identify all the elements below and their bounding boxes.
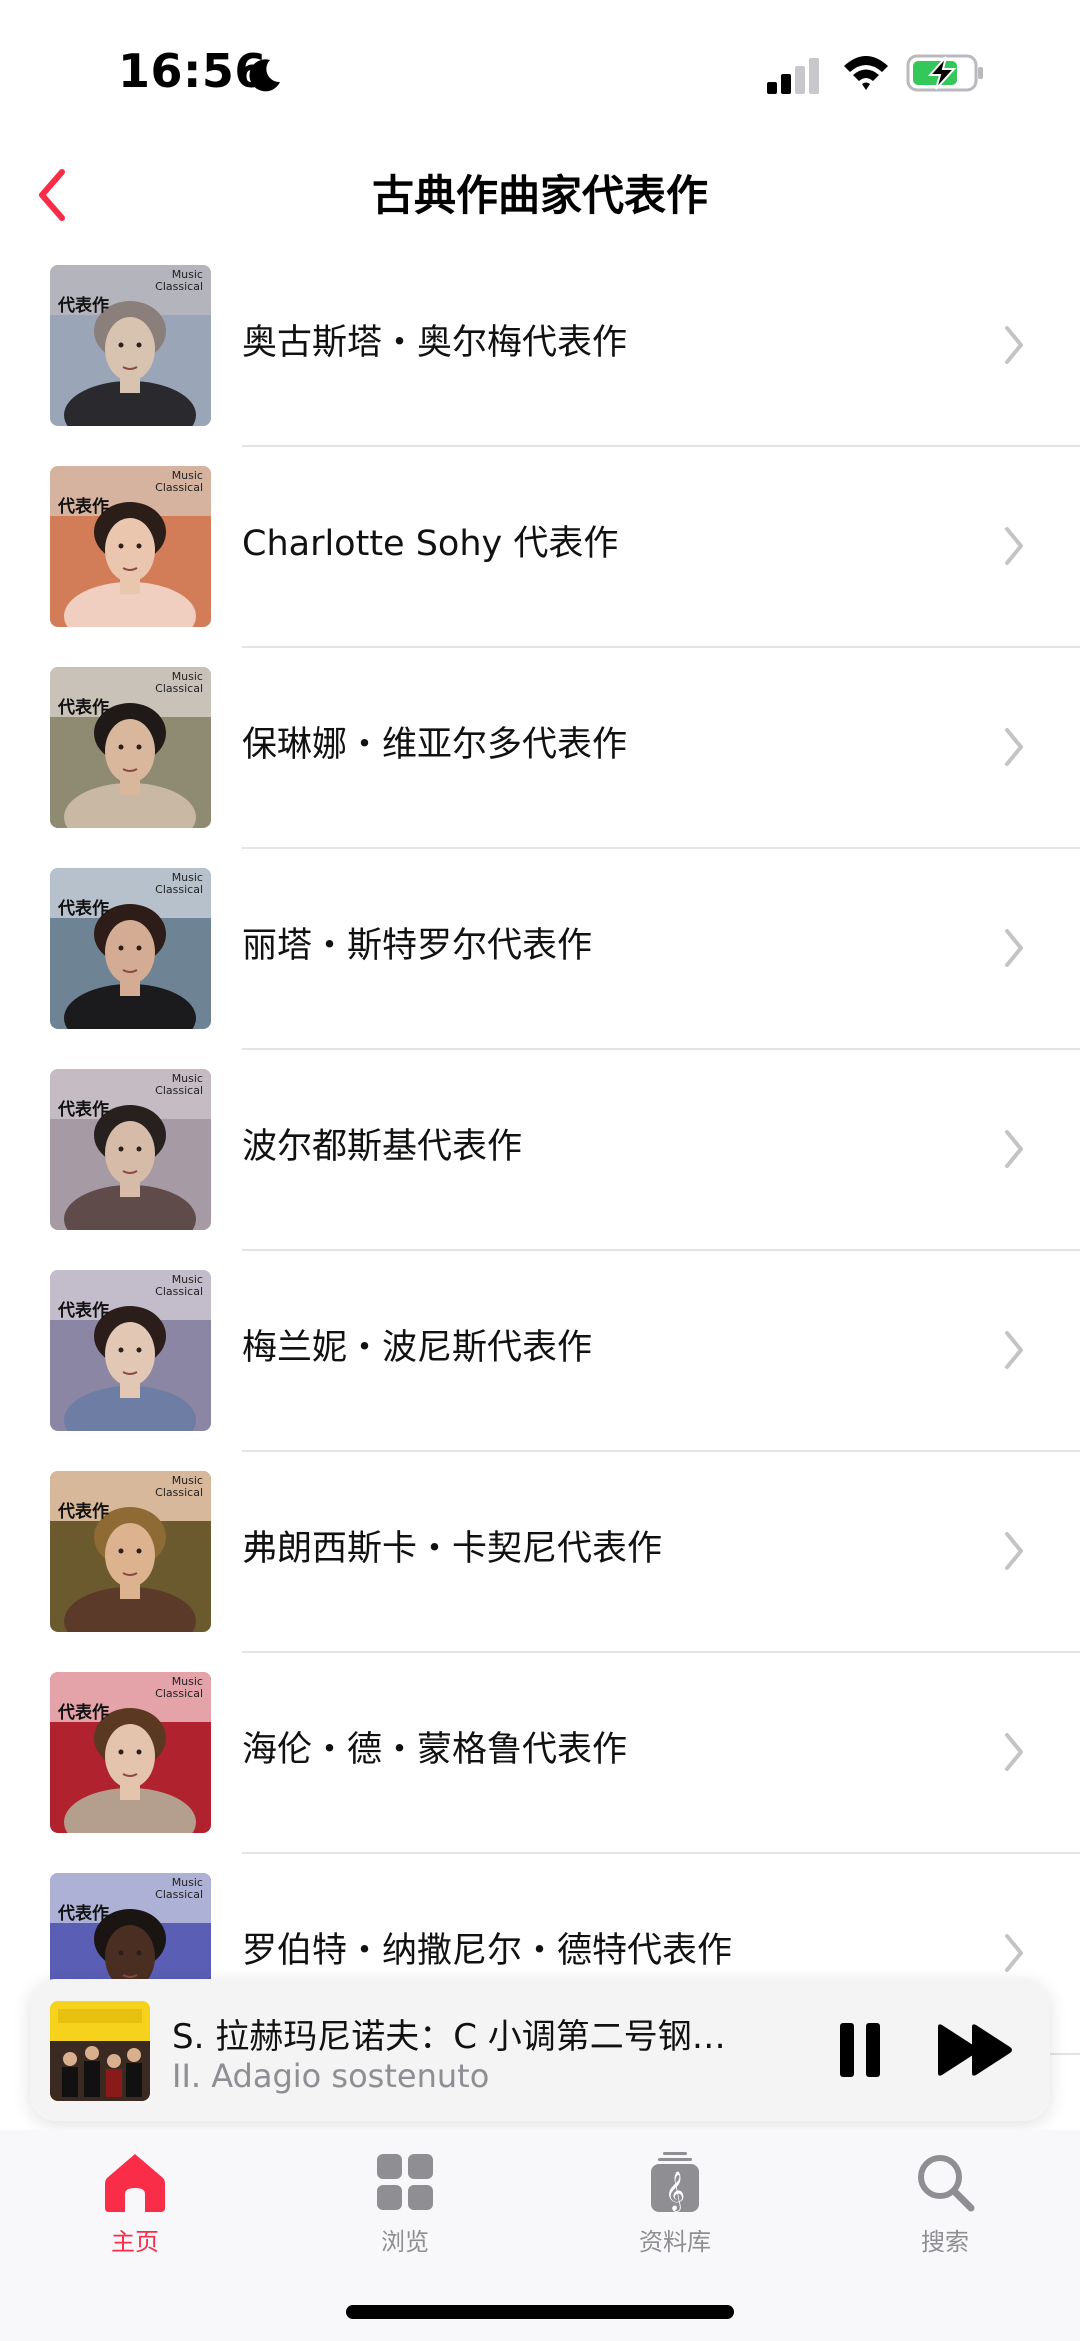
tab-search[interactable]: 搜索 [855, 2150, 1035, 2270]
artwork-caption: 代表作 [58, 899, 109, 919]
apple-music-classical-logo: Music Classical [155, 872, 203, 896]
playlist-artwork: 代表作 Music Classical [50, 1471, 211, 1632]
moon-icon [249, 59, 280, 92]
row-separator [242, 1651, 1080, 1653]
composer-list-item[interactable]: 代表作 Music Classical 梅兰妮・波尼斯代表作 [0, 1267, 1080, 1468]
page-title: 古典作曲家代表作 [371, 171, 708, 220]
playlist-artwork: 代表作 Music Classical [50, 1270, 211, 1431]
composer-list-item-label: Charlotte Sohy 代表作 [242, 524, 619, 564]
tab-search-label: 搜索 [921, 2228, 969, 2256]
composer-list: 代表作 Music Classical 奥古斯塔・奥尔梅代表作 代表作 Music Clas… [0, 262, 1080, 2071]
artwork-caption: 代表作 [58, 296, 109, 316]
brand-line-2: Classical [155, 481, 203, 494]
playlist-artwork: 代表作 Music Classical [50, 868, 211, 1029]
composer-list-item-label: 弗朗西斯卡・卡契尼代表作 [242, 1529, 663, 1569]
brand-line-2: Classical [155, 682, 203, 695]
chevron-right-icon [1005, 1733, 1023, 1771]
chevron-right-icon [1005, 1532, 1023, 1570]
apple-music-classical-logo: Music Classical [155, 269, 203, 293]
composer-list-item-label: 罗伯特・纳撒尼尔・德特代表作 [242, 1931, 733, 1971]
apple-music-classical-logo: Music Classical [155, 1877, 203, 1901]
composer-list-item[interactable]: 代表作 Music Classical 弗朗西斯卡・卡契尼代表作 [0, 1468, 1080, 1669]
composer-list-item[interactable]: 代表作 Music Classical 丽塔・斯特罗尔代表作 [0, 865, 1080, 1066]
artwork-caption: 代表作 [58, 1904, 109, 1924]
chevron-right-icon [1005, 1130, 1023, 1168]
chevron-right-icon [1005, 929, 1023, 967]
composer-list-item[interactable]: 代表作 Music Classical 保琳娜・维亚尔多代表作 [0, 664, 1080, 865]
brand-line-2: Classical [155, 1687, 203, 1700]
row-separator [242, 445, 1080, 447]
apple-music-classical-logo: Music Classical [155, 1073, 203, 1097]
chevron-right-icon [1005, 527, 1023, 565]
tab-library[interactable]: 𝄞 资料库 [585, 2150, 765, 2270]
chevron-right-icon [1005, 728, 1023, 766]
svg-text:𝄞: 𝄞 [665, 2171, 685, 2212]
brand-line-2: Classical [155, 1285, 203, 1298]
brand-line-2: Classical [155, 1486, 203, 1499]
row-separator [242, 1048, 1080, 1050]
playlist-artwork: 代表作 Music Classical [50, 1069, 211, 1230]
row-separator [242, 847, 1080, 849]
composer-list-item[interactable]: 代表作 Music Classical 海伦・德・蒙格鲁代表作 [0, 1669, 1080, 1870]
brand-line-2: Classical [155, 1888, 203, 1901]
composer-list-item-label: 丽塔・斯特罗尔代表作 [242, 926, 593, 966]
playlist-artwork: 代表作 Music Classical [50, 1672, 211, 1833]
apple-music-classical-logo: Music Classical [155, 1274, 203, 1298]
chevron-right-icon [1005, 1331, 1023, 1369]
now-playing-subtitle: II. Adagio sostenuto [172, 2057, 490, 2095]
composer-list-item[interactable]: 代表作 Music Classical Charlotte Sohy 代表作 [0, 463, 1080, 664]
composer-list-item-label: 梅兰妮・波尼斯代表作 [242, 1328, 593, 1368]
artwork-caption: 代表作 [58, 497, 109, 517]
apple-music-classical-logo: Music Classical [155, 1676, 203, 1700]
album-artwork [50, 2001, 150, 2101]
brand-line-2: Classical [155, 1084, 203, 1097]
playlist-artwork: 代表作 Music Classical [50, 667, 211, 828]
status-time: 16:56 [118, 44, 267, 98]
tab-home-label: 主页 [111, 2228, 159, 2256]
fast-forward-icon[interactable] [936, 2023, 1014, 2077]
tab-browse-label: 浏览 [381, 2228, 429, 2256]
battery-charging-icon [906, 54, 983, 92]
now-playing-title: S. 拉赫玛尼诺夫：C 小调第二号钢… [172, 2017, 726, 2057]
playlist-artwork: 代表作 Music Classical [50, 265, 211, 426]
tab-library-label: 资料库 [639, 2228, 711, 2256]
wifi-icon [844, 56, 888, 90]
row-separator [242, 646, 1080, 648]
tab-home[interactable]: 主页 [45, 2150, 225, 2270]
composer-list-item-label: 保琳娜・维亚尔多代表作 [242, 725, 628, 765]
chevron-right-icon [1005, 326, 1023, 364]
home-icon [105, 2154, 165, 2212]
artwork-caption: 代表作 [58, 1502, 109, 1522]
search-icon [918, 2155, 975, 2212]
brand-line-2: Classical [155, 280, 203, 293]
pause-icon[interactable] [838, 2021, 882, 2079]
grid-icon [377, 2154, 433, 2210]
music-library-icon: 𝄞 [651, 2152, 699, 2212]
app-screen: 16:56 古典作曲家代表作 代表作 Music Classical 奥古斯塔・… [0, 0, 1080, 2341]
chevron-right-icon [1005, 1934, 1023, 1972]
cellular-signal-icon [767, 58, 819, 94]
apple-music-classical-logo: Music Classical [155, 470, 203, 494]
mini-player[interactable]: S. 拉赫玛尼诺夫：C 小调第二号钢… II. Adagio sostenuto [30, 1979, 1050, 2121]
row-separator [242, 1249, 1080, 1251]
composer-list-item[interactable]: 代表作 Music Classical 奥古斯塔・奥尔梅代表作 [0, 262, 1080, 463]
composer-list-item-label: 奥古斯塔・奥尔梅代表作 [242, 323, 628, 363]
artwork-caption: 代表作 [58, 1100, 109, 1120]
row-separator [242, 1852, 1080, 1854]
navigation-bar: 古典作曲家代表作 [0, 140, 1080, 250]
artwork-caption: 代表作 [58, 1703, 109, 1723]
tab-browse[interactable]: 浏览 [315, 2150, 495, 2270]
composer-list-item-label: 波尔都斯基代表作 [242, 1127, 523, 1167]
home-indicator [346, 2305, 734, 2319]
status-bar: 16:56 [0, 0, 1080, 140]
apple-music-classical-logo: Music Classical [155, 671, 203, 695]
apple-music-classical-logo: Music Classical [155, 1475, 203, 1499]
composer-list-item-label: 海伦・德・蒙格鲁代表作 [242, 1730, 628, 1770]
playlist-artwork: 代表作 Music Classical [50, 466, 211, 627]
artwork-caption: 代表作 [58, 698, 109, 718]
composer-list-item[interactable]: 代表作 Music Classical 波尔都斯基代表作 [0, 1066, 1080, 1267]
brand-line-2: Classical [155, 883, 203, 896]
row-separator [242, 1450, 1080, 1452]
artwork-caption: 代表作 [58, 1301, 109, 1321]
